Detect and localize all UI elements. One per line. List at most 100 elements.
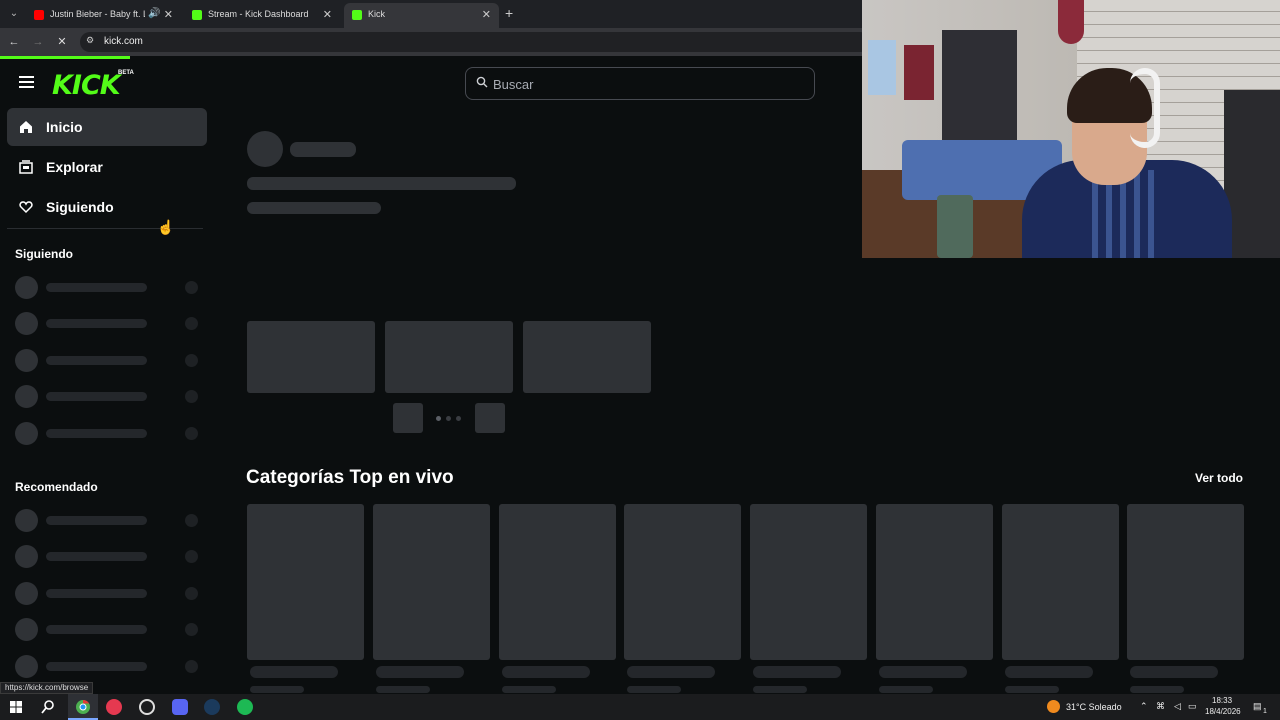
sidebar-item-label: Explorar <box>46 159 103 175</box>
category-card-skeleton[interactable] <box>876 504 993 660</box>
carousel-card-skeleton <box>523 321 651 393</box>
weather-sun-icon[interactable] <box>1047 700 1060 713</box>
carousel-dot[interactable] <box>456 416 461 421</box>
category-viewers-skeleton <box>1130 686 1184 693</box>
category-card-skeleton[interactable] <box>373 504 490 660</box>
stop-loading-icon[interactable]: ✕ <box>54 34 70 50</box>
sidebar-item-inicio[interactable]: Inicio <box>7 108 207 146</box>
category-card-skeleton[interactable] <box>1127 504 1244 660</box>
section-title-following: Siguiendo <box>15 247 73 261</box>
category-label-skeleton <box>1130 666 1218 678</box>
home-icon <box>20 121 32 133</box>
category-label-skeleton <box>879 666 967 678</box>
tab-title: Stream - Kick Dashboard <box>208 9 309 19</box>
webcam-overlay <box>862 0 1280 258</box>
volume-icon[interactable]: ◁ <box>1174 701 1181 712</box>
tab-youtube[interactable]: Justin Bieber - Baby ft. Ludacris 🔊 ✕ <box>26 3 181 28</box>
category-card-skeleton[interactable] <box>499 504 616 660</box>
forward-arrow-icon[interactable]: → <box>30 34 46 50</box>
tab-search-icon[interactable]: ⌄ <box>6 6 22 22</box>
notifications-icon[interactable]: ▤ <box>1253 701 1262 712</box>
featured-avatar-skeleton <box>247 131 283 167</box>
category-card-skeleton[interactable] <box>750 504 867 660</box>
steam-icon[interactable] <box>204 699 220 715</box>
category-viewers-skeleton <box>879 686 933 693</box>
heart-icon <box>19 201 33 214</box>
carousel-prev-button[interactable] <box>393 403 423 433</box>
category-label-skeleton <box>376 666 464 678</box>
url-text: kick.com <box>104 36 143 47</box>
sidebar-item-siguiendo[interactable]: Siguiendo <box>7 188 207 226</box>
search-input[interactable]: Buscar <box>465 67 815 100</box>
club-crest-image <box>1058 0 1084 44</box>
category-label-skeleton <box>627 666 715 678</box>
categories-title: Categorías Top en vivo <box>246 467 454 488</box>
back-arrow-icon[interactable]: ← <box>6 34 22 50</box>
category-card-skeleton[interactable] <box>624 504 741 660</box>
audio-playing-icon[interactable]: 🔊 <box>148 8 160 19</box>
youtube-favicon-icon <box>34 10 44 20</box>
media-player-icon[interactable] <box>106 699 122 715</box>
chrome-icon <box>76 699 90 714</box>
link-status-url: https://kick.com/browse <box>0 682 94 694</box>
category-label-skeleton <box>250 666 338 678</box>
tab-title: Kick <box>368 9 386 19</box>
category-viewers-skeleton <box>627 686 681 693</box>
category-card-skeleton[interactable] <box>1002 504 1119 660</box>
category-viewers-skeleton <box>376 686 430 693</box>
category-label-skeleton <box>753 666 841 678</box>
browse-icon <box>19 160 33 174</box>
windows-start-icon[interactable] <box>8 699 24 715</box>
spotify-icon[interactable] <box>237 699 253 715</box>
network-icon[interactable]: ⌘ <box>1156 701 1165 712</box>
search-icon <box>476 76 488 88</box>
category-viewers-skeleton <box>1005 686 1059 693</box>
obs-icon[interactable] <box>139 699 155 715</box>
category-viewers-skeleton <box>502 686 556 693</box>
category-card-skeleton[interactable] <box>247 504 364 660</box>
carousel-card-skeleton <box>385 321 513 393</box>
kick-favicon-icon <box>192 10 202 20</box>
menu-icon[interactable] <box>19 76 34 88</box>
featured-title-skeleton <box>247 177 516 190</box>
carousel-card-skeleton <box>247 321 375 393</box>
category-label-skeleton <box>1005 666 1093 678</box>
section-title-recommended: Recomendado <box>15 480 98 494</box>
url-field[interactable]: ⚙ kick.com <box>80 32 870 52</box>
category-viewers-skeleton <box>250 686 304 693</box>
display-icon[interactable]: ▭ <box>1188 701 1197 712</box>
clock-time[interactable]: 18:33 <box>1212 696 1232 705</box>
close-tab-icon[interactable]: ✕ <box>323 8 332 21</box>
carousel-next-button[interactable] <box>475 403 505 433</box>
close-tab-icon[interactable]: ✕ <box>482 8 491 21</box>
taskbar: 31°C Soleado ⌃ ⌘ ◁ ▭ 18:33 18/4/2026 ▤ 1 <box>0 694 1280 720</box>
chrome-taskbar-button[interactable] <box>68 694 98 720</box>
featured-name-skeleton <box>290 142 356 157</box>
featured-subtitle-skeleton <box>247 202 381 214</box>
beta-badge: BETA <box>118 70 134 76</box>
site-info-icon[interactable]: ⚙ <box>86 35 94 46</box>
tray-chevron-icon[interactable]: ⌃ <box>1140 701 1148 712</box>
kick-favicon-icon <box>352 10 362 20</box>
mouse-pointer-icon: ☝ <box>157 219 175 235</box>
carousel-dot[interactable] <box>436 416 441 421</box>
tab-title: Justin Bieber - Baby ft. Ludacris <box>50 9 145 19</box>
category-viewers-skeleton <box>753 686 807 693</box>
discord-icon[interactable] <box>172 699 188 715</box>
category-label-skeleton <box>502 666 590 678</box>
notification-count: 1 <box>1263 708 1267 715</box>
close-tab-icon[interactable]: ✕ <box>164 8 173 21</box>
search-icon[interactable] <box>40 699 56 715</box>
clock-date[interactable]: 18/4/2026 <box>1205 707 1241 716</box>
kick-logo[interactable]: KICK <box>52 70 121 101</box>
search-placeholder: Buscar <box>493 77 534 92</box>
weather-text[interactable]: 31°C Soleado <box>1066 702 1122 712</box>
tab-kick-dashboard[interactable]: Stream - Kick Dashboard ✕ <box>184 3 340 28</box>
sidebar-item-label: Siguiendo <box>46 199 114 215</box>
see-all-link[interactable]: Ver todo <box>1195 471 1243 485</box>
sidebar-item-label: Inicio <box>46 119 83 135</box>
sidebar-item-explorar[interactable]: Explorar <box>7 148 207 186</box>
tab-kick[interactable]: Kick ✕ <box>344 3 499 28</box>
new-tab-button[interactable]: + <box>505 5 513 21</box>
carousel-dot[interactable] <box>446 416 451 421</box>
